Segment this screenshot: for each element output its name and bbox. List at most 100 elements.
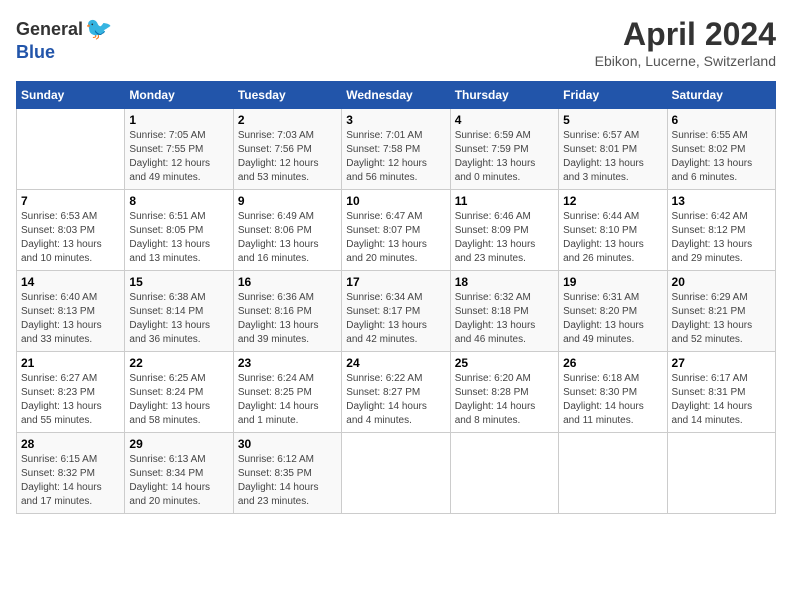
calendar-day-cell: 3Sunrise: 7:01 AM Sunset: 7:58 PM Daylig…: [342, 109, 450, 190]
calendar-day-cell: 14 Sunrise: 6:40 AM Sunset: 8:13 PM Dayli…: [17, 271, 125, 352]
calendar-week-row: 21 Sunrise: 6:27 AM Sunset: 8:23 PM Dayli…: [17, 352, 776, 433]
calendar-day-cell: 18Sunrise: 6:32 AM Sunset: 8:18 PM Dayli…: [450, 271, 558, 352]
day-info: Sunrise: 6:49 AM Sunset: 8:06 PM Dayligh…: [238, 210, 337, 266]
day-info: Sunrise: 6:46 AM Sunset: 8:09 PM Dayligh…: [455, 210, 554, 266]
day-info: Sunrise: 6:17 AM Sunset: 8:31 PM Dayligh…: [672, 372, 771, 428]
day-info: Sunrise: 6:55 AM Sunset: 8:02 PM Dayligh…: [672, 129, 771, 185]
day-info: Sunrise: 6:29 AM Sunset: 8:21 PM Dayligh…: [672, 291, 771, 347]
calendar-day-cell: 6 Sunrise: 6:55 AM Sunset: 8:02 PM Daylig…: [667, 109, 775, 190]
day-of-week-header: Tuesday: [233, 82, 341, 109]
day-number: 13: [672, 194, 771, 208]
day-number: 29: [129, 437, 228, 451]
day-info: Sunrise: 6:24 AM Sunset: 8:25 PM Dayligh…: [238, 372, 337, 428]
calendar-day-cell: 17 Sunrise: 6:34 AM Sunset: 8:17 PM Dayli…: [342, 271, 450, 352]
page-header: General 🐦 Blue April 2024 Ebikon, Lucern…: [16, 16, 776, 69]
calendar-day-cell: [342, 433, 450, 514]
calendar-week-row: 1Sunrise: 7:05 AM Sunset: 7:55 PM Daylig…: [17, 109, 776, 190]
day-info: Sunrise: 6:25 AM Sunset: 8:24 PM Dayligh…: [129, 372, 228, 428]
calendar-day-cell: 22 Sunrise: 6:25 AM Sunset: 8:24 PM Dayli…: [125, 352, 233, 433]
day-of-week-header: Saturday: [667, 82, 775, 109]
day-of-week-header: Wednesday: [342, 82, 450, 109]
day-number: 6: [672, 113, 771, 127]
calendar-day-cell: 27Sunrise: 6:17 AM Sunset: 8:31 PM Dayli…: [667, 352, 775, 433]
day-number: 7: [21, 194, 120, 208]
calendar-day-cell: 19 Sunrise: 6:31 AM Sunset: 8:20 PM Dayli…: [559, 271, 667, 352]
day-info: Sunrise: 6:51 AM Sunset: 8:05 PM Dayligh…: [129, 210, 228, 266]
calendar-table: SundayMondayTuesdayWednesdayThursdayFrid…: [16, 81, 776, 514]
day-info: Sunrise: 6:40 AM Sunset: 8:13 PM Dayligh…: [21, 291, 120, 347]
calendar-week-row: 28Sunrise: 6:15 AM Sunset: 8:32 PM Dayli…: [17, 433, 776, 514]
day-info: Sunrise: 6:13 AM Sunset: 8:34 PM Dayligh…: [129, 453, 228, 509]
day-number: 22: [129, 356, 228, 370]
days-of-week-row: SundayMondayTuesdayWednesdayThursdayFrid…: [17, 82, 776, 109]
calendar-day-cell: 26 Sunrise: 6:18 AM Sunset: 8:30 PM Dayli…: [559, 352, 667, 433]
calendar-day-cell: 23 Sunrise: 6:24 AM Sunset: 8:25 PM Dayli…: [233, 352, 341, 433]
day-number: 2: [238, 113, 337, 127]
day-number: 21: [21, 356, 120, 370]
calendar-day-cell: [450, 433, 558, 514]
day-info: Sunrise: 6:31 AM Sunset: 8:20 PM Dayligh…: [563, 291, 662, 347]
calendar-day-cell: [17, 109, 125, 190]
day-info: Sunrise: 6:34 AM Sunset: 8:17 PM Dayligh…: [346, 291, 445, 347]
calendar-body: 1Sunrise: 7:05 AM Sunset: 7:55 PM Daylig…: [17, 109, 776, 514]
day-number: 4: [455, 113, 554, 127]
day-number: 30: [238, 437, 337, 451]
logo-general-text: General: [16, 19, 83, 40]
day-of-week-header: Friday: [559, 82, 667, 109]
day-number: 11: [455, 194, 554, 208]
calendar-day-cell: 28Sunrise: 6:15 AM Sunset: 8:32 PM Dayli…: [17, 433, 125, 514]
calendar-day-cell: 15Sunrise: 6:38 AM Sunset: 8:14 PM Dayli…: [125, 271, 233, 352]
calendar-day-cell: 25Sunrise: 6:20 AM Sunset: 8:28 PM Dayli…: [450, 352, 558, 433]
day-number: 16: [238, 275, 337, 289]
day-number: 17: [346, 275, 445, 289]
day-number: 8: [129, 194, 228, 208]
calendar-day-cell: 2 Sunrise: 7:03 AM Sunset: 7:56 PM Daylig…: [233, 109, 341, 190]
day-of-week-header: Sunday: [17, 82, 125, 109]
day-info: Sunrise: 6:18 AM Sunset: 8:30 PM Dayligh…: [563, 372, 662, 428]
day-number: 14: [21, 275, 120, 289]
day-info: Sunrise: 6:22 AM Sunset: 8:27 PM Dayligh…: [346, 372, 445, 428]
logo: General 🐦 Blue: [16, 16, 112, 63]
day-number: 25: [455, 356, 554, 370]
day-number: 15: [129, 275, 228, 289]
day-info: Sunrise: 7:01 AM Sunset: 7:58 PM Dayligh…: [346, 129, 445, 185]
day-info: Sunrise: 6:36 AM Sunset: 8:16 PM Dayligh…: [238, 291, 337, 347]
day-number: 5: [563, 113, 662, 127]
calendar-day-cell: [667, 433, 775, 514]
calendar-week-row: 14 Sunrise: 6:40 AM Sunset: 8:13 PM Dayli…: [17, 271, 776, 352]
calendar-day-cell: 8 Sunrise: 6:51 AM Sunset: 8:05 PM Daylig…: [125, 190, 233, 271]
calendar-day-cell: 29 Sunrise: 6:13 AM Sunset: 8:34 PM Dayli…: [125, 433, 233, 514]
day-number: 19: [563, 275, 662, 289]
calendar-day-cell: 20Sunrise: 6:29 AM Sunset: 8:21 PM Dayli…: [667, 271, 775, 352]
calendar-day-cell: 9 Sunrise: 6:49 AM Sunset: 8:06 PM Daylig…: [233, 190, 341, 271]
day-number: 24: [346, 356, 445, 370]
calendar-day-cell: 1Sunrise: 7:05 AM Sunset: 7:55 PM Daylig…: [125, 109, 233, 190]
month-title: April 2024: [595, 16, 776, 53]
day-info: Sunrise: 6:27 AM Sunset: 8:23 PM Dayligh…: [21, 372, 120, 428]
calendar-day-cell: 24 Sunrise: 6:22 AM Sunset: 8:27 PM Dayli…: [342, 352, 450, 433]
calendar-day-cell: 13 Sunrise: 6:42 AM Sunset: 8:12 PM Dayli…: [667, 190, 775, 271]
day-info: Sunrise: 7:03 AM Sunset: 7:56 PM Dayligh…: [238, 129, 337, 185]
day-of-week-header: Thursday: [450, 82, 558, 109]
day-info: Sunrise: 6:59 AM Sunset: 7:59 PM Dayligh…: [455, 129, 554, 185]
day-info: Sunrise: 6:57 AM Sunset: 8:01 PM Dayligh…: [563, 129, 662, 185]
day-info: Sunrise: 6:53 AM Sunset: 8:03 PM Dayligh…: [21, 210, 120, 266]
day-number: 9: [238, 194, 337, 208]
calendar-day-cell: 5 Sunrise: 6:57 AM Sunset: 8:01 PM Daylig…: [559, 109, 667, 190]
calendar-week-row: 7 Sunrise: 6:53 AM Sunset: 8:03 PM Daylig…: [17, 190, 776, 271]
day-of-week-header: Monday: [125, 82, 233, 109]
logo-blue-text: Blue: [16, 42, 55, 63]
day-number: 10: [346, 194, 445, 208]
calendar-day-cell: 30Sunrise: 6:12 AM Sunset: 8:35 PM Dayli…: [233, 433, 341, 514]
day-info: Sunrise: 7:05 AM Sunset: 7:55 PM Dayligh…: [129, 129, 228, 185]
calendar-day-cell: 10 Sunrise: 6:47 AM Sunset: 8:07 PM Dayli…: [342, 190, 450, 271]
day-info: Sunrise: 6:42 AM Sunset: 8:12 PM Dayligh…: [672, 210, 771, 266]
calendar-day-cell: 21 Sunrise: 6:27 AM Sunset: 8:23 PM Dayli…: [17, 352, 125, 433]
calendar-day-cell: 7 Sunrise: 6:53 AM Sunset: 8:03 PM Daylig…: [17, 190, 125, 271]
day-number: 28: [21, 437, 120, 451]
day-number: 23: [238, 356, 337, 370]
day-info: Sunrise: 6:47 AM Sunset: 8:07 PM Dayligh…: [346, 210, 445, 266]
day-info: Sunrise: 6:32 AM Sunset: 8:18 PM Dayligh…: [455, 291, 554, 347]
day-number: 26: [563, 356, 662, 370]
calendar-day-cell: 16 Sunrise: 6:36 AM Sunset: 8:16 PM Dayli…: [233, 271, 341, 352]
